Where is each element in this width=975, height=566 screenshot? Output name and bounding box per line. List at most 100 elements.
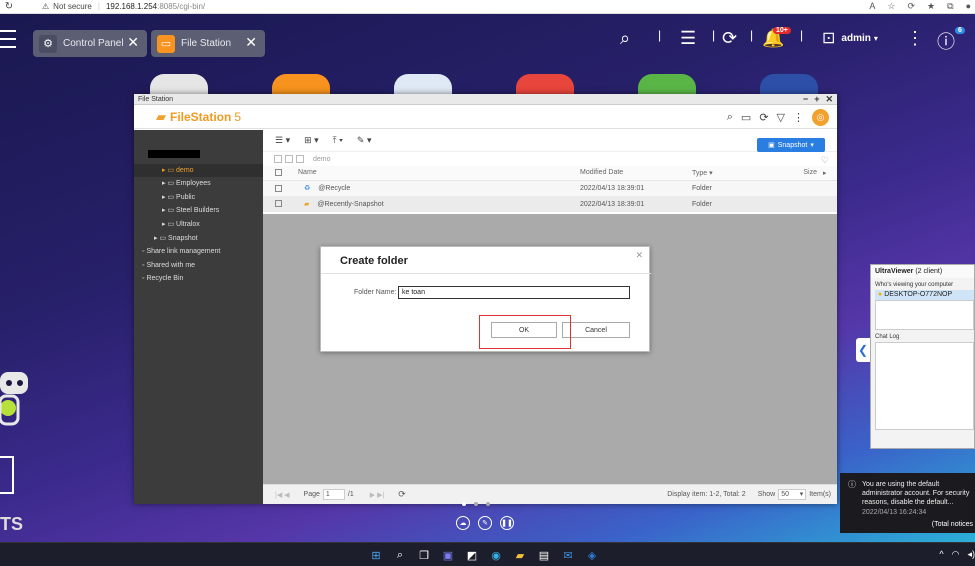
info-icon[interactable]: ⓘ xyxy=(937,28,955,54)
page-dot[interactable] xyxy=(474,502,478,506)
page-dot[interactable] xyxy=(486,502,490,506)
desktop-bottom-icons: ☁ ✎ ❚❚ xyxy=(456,516,514,530)
edge-icon[interactable]: ◉ xyxy=(488,547,504,563)
app-version: 5 xyxy=(234,109,242,124)
column-size[interactable]: Size xyxy=(778,166,823,181)
tools-icon[interactable]: ✎ ▾ xyxy=(357,135,372,146)
refresh-icon[interactable]: ⟳ xyxy=(398,489,406,500)
cancel-button[interactable]: Cancel xyxy=(562,322,630,338)
sidebar-item[interactable]: ▸ ▭ Public xyxy=(134,191,263,205)
page-input[interactable]: 1 xyxy=(322,489,345,500)
total-notices[interactable]: (Total notices xyxy=(932,520,973,529)
profile-icon[interactable]: ● xyxy=(966,1,971,12)
sidebar-item[interactable]: ◦ Recycle Bin xyxy=(134,272,263,286)
upload-icon[interactable]: ⤒ ▾ xyxy=(333,135,343,146)
refresh-icon[interactable]: ⟳ xyxy=(908,1,916,12)
favorite-icon[interactable]: ♡ xyxy=(821,155,829,166)
breadcrumb-path[interactable]: demo xyxy=(313,156,331,163)
show-label: Show xyxy=(757,491,776,498)
forward-icon[interactable] xyxy=(285,155,293,163)
minimize-icon[interactable]: − xyxy=(803,94,808,105)
pause-icon[interactable]: ❚❚ xyxy=(500,516,514,530)
next-page-icon[interactable]: ▶ ▶| xyxy=(370,491,385,499)
create-folder-icon[interactable]: ⊞ ▾ xyxy=(304,135,319,146)
search-icon[interactable]: ⌕ xyxy=(727,111,733,124)
snapshot-button[interactable]: ▣ Snapshot ▾ xyxy=(757,138,825,152)
volume-icon[interactable]: ◂) xyxy=(967,549,975,560)
column-menu[interactable]: ▸ xyxy=(823,166,837,181)
sidebar-item[interactable]: ▸ ▭ Snapshot xyxy=(134,232,263,246)
url-host[interactable]: 192.168.1.254 xyxy=(106,2,157,11)
column-name[interactable]: Name xyxy=(298,166,580,181)
tab-file-station[interactable]: ▭ File Station ✕ xyxy=(151,30,265,57)
favorite-icon[interactable]: ☆ xyxy=(887,1,895,12)
sidebar: ▸ ▭ Data▸ ▭ demo▸ ▭ Employees▸ ▭ Public▸… xyxy=(134,130,263,504)
ultraviewer-icon[interactable]: ◈ xyxy=(584,547,600,563)
row-checkbox[interactable] xyxy=(275,200,282,208)
favorites-icon[interactable]: ★ xyxy=(927,1,935,12)
search-icon[interactable]: ⌕ xyxy=(392,547,408,563)
chat-log[interactable] xyxy=(875,342,974,430)
filter-icon[interactable]: ▽ xyxy=(777,111,785,124)
row-checkbox[interactable] xyxy=(275,184,282,192)
collections-icon[interactable]: ⧉ xyxy=(947,1,953,12)
back-icon[interactable] xyxy=(274,155,282,163)
task-view-icon[interactable]: ❐ xyxy=(416,547,432,563)
ultraviewer-panel: UltraViewer (2 client) Who's viewing you… xyxy=(870,264,975,449)
wrench-icon[interactable]: ✎ xyxy=(478,516,492,530)
sync-icon[interactable]: ⟳ xyxy=(722,28,737,49)
sidebar-item[interactable]: ▸ ▭ Employees xyxy=(134,177,263,191)
mail-icon[interactable]: ✉ xyxy=(560,547,576,563)
tab-control-panel[interactable]: ⚙ Control Panel ✕ xyxy=(33,30,147,57)
collapse-panel-icon[interactable]: ❮ xyxy=(856,338,870,362)
background-tasks-icon[interactable]: ◎ xyxy=(812,109,829,126)
more-options-icon[interactable]: ⋮ xyxy=(906,28,924,49)
column-modified[interactable]: Modified Date xyxy=(580,166,692,181)
read-aloud-icon[interactable]: A xyxy=(869,1,875,12)
url-path[interactable]: :8085/cgi-bin/ xyxy=(157,2,205,11)
sidebar-item[interactable]: ▸ ▭ Ultralox xyxy=(134,218,263,232)
maximize-icon[interactable]: + xyxy=(814,94,819,105)
teams-icon[interactable]: ▣ xyxy=(440,547,456,563)
up-icon[interactable] xyxy=(296,155,304,163)
search-icon[interactable]: ⌕ xyxy=(620,28,630,49)
folder-name-input[interactable]: ke toan xyxy=(398,286,630,299)
first-page-icon[interactable]: |◀ ◀ xyxy=(275,491,290,499)
cloud-icon[interactable]: ☁ xyxy=(456,516,470,530)
info-icon: ⓘ xyxy=(848,480,856,489)
tasks-icon[interactable]: ☰ xyxy=(680,28,696,49)
close-icon[interactable]: ✕ xyxy=(245,34,257,51)
file-type: Folder xyxy=(692,184,712,192)
close-icon[interactable]: ✕ xyxy=(635,250,643,261)
chevron-up-icon[interactable]: ^ xyxy=(939,549,943,560)
widgets-icon[interactable]: ◩ xyxy=(464,547,480,563)
more-options-icon[interactable]: ⋮ xyxy=(793,111,804,124)
sidebar-item[interactable]: ▸ ▭ Steel Builders xyxy=(134,204,263,218)
reload-icon[interactable]: ↻ xyxy=(0,1,18,12)
per-page-select[interactable]: 50 ▾ xyxy=(778,489,807,500)
store-icon[interactable]: ▤ xyxy=(536,547,552,563)
page-dot[interactable] xyxy=(462,502,466,506)
file-explorer-icon[interactable]: ▰ xyxy=(512,547,528,563)
refresh-icon[interactable]: ⟳ xyxy=(759,111,768,124)
main-menu-icon[interactable] xyxy=(0,30,16,48)
windows-start-icon[interactable]: ⊞ xyxy=(368,547,384,563)
sidebar-item[interactable]: ▸ ▭ demo xyxy=(134,163,263,178)
user-menu[interactable]: ⊡ admin ▾ xyxy=(822,28,878,48)
close-icon[interactable]: ✕ xyxy=(825,94,833,105)
close-icon[interactable]: ✕ xyxy=(127,34,139,51)
select-all-checkbox[interactable] xyxy=(275,169,282,177)
table-row[interactable]: ♻ @Recycle 2022/04/13 18:39:01 Folder xyxy=(263,180,837,196)
table-row[interactable]: ▰ @Recently-Snapshot 2022/04/13 18:39:01 … xyxy=(263,196,837,212)
sidebar-item[interactable]: ◦ Share link management xyxy=(134,245,263,259)
wifi-icon[interactable]: ◠ xyxy=(952,549,960,560)
remote-mount-icon[interactable]: ▭ xyxy=(741,111,751,124)
redacted-nas-name xyxy=(148,150,200,158)
view-mode-icon[interactable]: ☰ ▾ xyxy=(275,135,290,146)
recycle-icon: ♻ xyxy=(304,185,311,193)
viewer-item[interactable]: ● DESKTOP-O772NOP xyxy=(875,290,974,300)
notification-toast[interactable]: ⓘ You are using the default administrato… xyxy=(840,473,975,533)
column-type[interactable]: Type ▾ xyxy=(692,166,778,181)
sidebar-item[interactable]: ◦ Shared with me xyxy=(134,259,263,273)
browser-address-bar: ↻ ⚠ Not secure | 192.168.1.254 :8085/cgi… xyxy=(0,0,975,14)
